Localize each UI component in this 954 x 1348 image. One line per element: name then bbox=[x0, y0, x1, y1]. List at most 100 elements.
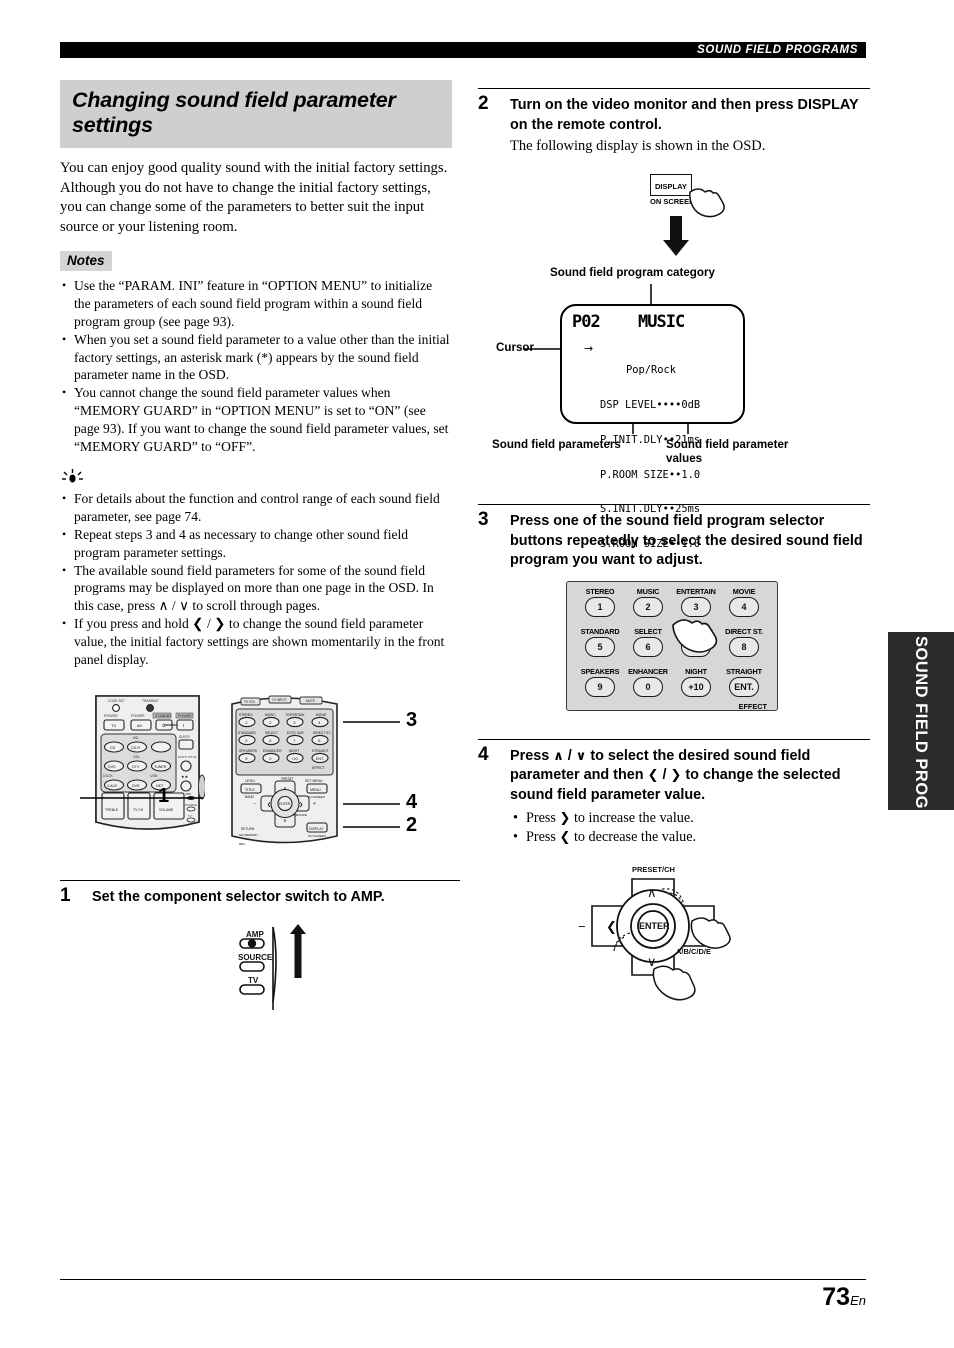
keypad-cell[interactable]: STANDARD 5 bbox=[576, 627, 624, 667]
key-button[interactable]: 5 bbox=[585, 636, 615, 657]
callout-number-2: 2 bbox=[406, 814, 418, 837]
svg-text:ENTER: ENTER bbox=[639, 921, 670, 931]
step-heading: Set the component selector switch to AMP… bbox=[92, 889, 385, 906]
bullet-pre: Press bbox=[526, 829, 560, 845]
key-button[interactable]: 4 bbox=[729, 596, 759, 617]
list-item: When you set a sound field parameter to … bbox=[60, 331, 452, 384]
side-tab-label: SOUND FIELD PROGRAMS bbox=[912, 636, 930, 860]
step-subtext: The following display is shown in the OS… bbox=[510, 138, 766, 154]
list-item: Use the “PARAM. INI” feature in “OPTION … bbox=[60, 277, 452, 330]
keypad-cell[interactable]: MUSIC 2 bbox=[624, 587, 672, 627]
svg-text:−: − bbox=[578, 919, 586, 934]
keypad-cell[interactable]: ENHANCER 0 bbox=[624, 667, 672, 707]
key-button[interactable]: 6 bbox=[633, 636, 663, 657]
key-caption: SELECT bbox=[634, 626, 662, 636]
keypad-cell[interactable]: SELECT 6 bbox=[624, 627, 672, 667]
step-number: 2 bbox=[478, 93, 489, 114]
svg-text:TV: TV bbox=[248, 976, 259, 985]
remote-control-figure: CODE SET TRANSMIT POWER POWER STANDBY PO… bbox=[60, 682, 460, 862]
page-footer: 73En bbox=[60, 1279, 866, 1312]
key-caption: SPEAKERS bbox=[580, 666, 620, 676]
right-arrow-icon: ❯ bbox=[559, 811, 571, 826]
step-number: 1 bbox=[60, 885, 71, 907]
notes-list: Use the “PARAM. INI” feature in “OPTION … bbox=[60, 277, 452, 455]
list-item: For details about the function and contr… bbox=[60, 490, 452, 526]
key-button[interactable]: ENT. bbox=[729, 676, 759, 697]
page-title: Changing sound field parameter settings bbox=[72, 88, 396, 137]
pointing-hand-icon bbox=[689, 188, 725, 218]
osd-cursor-icon: → bbox=[584, 342, 594, 355]
right-arrow-icon: ❯ bbox=[670, 768, 682, 783]
page-title-band: Changing sound field parameter settings bbox=[60, 80, 452, 148]
key-button[interactable]: 0 bbox=[633, 676, 663, 697]
effect-label: EFFECT bbox=[738, 701, 767, 711]
cursor-pad-illustration: ENTER ∧ ∨ ❮ ❯ − + PRESET/CH A/B/C/D/E bbox=[578, 865, 731, 1001]
step-heading: Turn on the video monitor and then press… bbox=[510, 97, 859, 133]
left-column: Changing sound field parameter settings … bbox=[60, 80, 460, 1032]
callout-leaders bbox=[80, 721, 400, 829]
key-button[interactable]: 1 bbox=[585, 596, 615, 617]
list-item: The available sound field parameters for… bbox=[60, 562, 452, 615]
svg-text:AMP: AMP bbox=[246, 930, 264, 939]
pointing-hand-icon bbox=[652, 965, 696, 1001]
list-item: Repeat steps 3 and 4 as necessary to cha… bbox=[60, 526, 452, 562]
osd-parameter-row: DSP LEVEL••••0dB bbox=[600, 398, 701, 411]
svg-text:∧: ∧ bbox=[647, 886, 657, 901]
bullet-post: to increase the value. bbox=[570, 810, 694, 826]
step-heading: Press ∧ / ∨ to select the desired sound … bbox=[510, 747, 870, 806]
keypad-cell[interactable]: NIGHT +10 bbox=[672, 667, 720, 707]
osd-callout-values: Sound field parameter values bbox=[666, 438, 789, 465]
keypad-cell[interactable]: SPEAKERS 9 bbox=[576, 667, 624, 707]
key-caption: STANDARD bbox=[580, 626, 620, 636]
display-button-figure: DISPLAY ON SCREEN bbox=[478, 174, 870, 262]
left-arrow-icon: ❮ bbox=[559, 830, 571, 845]
footer-divider bbox=[60, 1279, 866, 1280]
down-arrow-icon: ∨ bbox=[575, 748, 587, 764]
step-number: 3 bbox=[478, 509, 489, 530]
tips-list: For details about the function and contr… bbox=[60, 490, 452, 668]
up-arrow-icon: ∧ bbox=[553, 748, 564, 764]
cursor-pad-figure: ENTER ∧ ∨ ❮ ❯ − + PRESET/CH A/B/C/D/E bbox=[478, 859, 870, 1019]
step-number: 4 bbox=[478, 743, 489, 765]
intro-paragraph: You can enjoy good quality sound with th… bbox=[60, 160, 448, 235]
key-button[interactable]: 9 bbox=[585, 676, 615, 697]
key-button[interactable]: 2 bbox=[633, 596, 663, 617]
osd-program-number: P02 bbox=[572, 312, 601, 332]
key-caption: ENHANCER bbox=[628, 666, 668, 676]
pointing-hand-icon bbox=[672, 618, 718, 653]
keypad-cell[interactable]: MOVIE 4 bbox=[720, 587, 768, 627]
bullet-post: to decrease the value. bbox=[570, 829, 697, 845]
svg-text:SOURCE: SOURCE bbox=[238, 953, 273, 962]
list-item: You cannot change the sound field parame… bbox=[60, 384, 452, 455]
keypad-row: SPEAKERS 9 ENHANCER 0 NIGHT +10 STRAIGHT… bbox=[576, 667, 768, 707]
svg-text:❮: ❮ bbox=[606, 920, 617, 935]
bullet-pre: Press bbox=[526, 810, 560, 826]
key-button[interactable]: +10 bbox=[681, 676, 711, 697]
keypad-cell[interactable]: STEREO 1 bbox=[576, 587, 624, 627]
svg-text:PRESET/CH: PRESET/CH bbox=[632, 865, 675, 874]
key-caption: STRAIGHT bbox=[726, 666, 762, 676]
step-divider bbox=[60, 880, 460, 882]
key-button[interactable]: 8 bbox=[729, 636, 759, 657]
step-4: 4 Press ∧ / ∨ to select the desired soun… bbox=[478, 738, 870, 1020]
step4-bullet-list: Press ❯ to increase the value. Press ❮ t… bbox=[510, 809, 870, 847]
right-column: 2 Turn on the video monitor and then pre… bbox=[478, 88, 870, 1019]
step-2: 2 Turn on the video monitor and then pre… bbox=[478, 88, 870, 156]
callout-number-4: 4 bbox=[406, 791, 418, 814]
step-divider bbox=[478, 504, 870, 505]
keypad-cell[interactable]: DIRECT ST. 8 bbox=[720, 627, 768, 667]
osd-callout-parameters: Sound field parameters bbox=[492, 438, 621, 451]
heading-slash: / bbox=[563, 747, 576, 764]
component-selector-switch-figure: AMP SOURCE TV bbox=[60, 922, 460, 1032]
callout-number-1: 1 bbox=[158, 785, 170, 808]
heading-slash: / bbox=[658, 767, 671, 783]
osd-program-name: Pop/Rock bbox=[626, 364, 677, 377]
key-caption: MOVIE bbox=[732, 586, 756, 596]
keypad-cell[interactable]: STRAIGHT ENT. bbox=[720, 667, 768, 707]
osd-category: MUSIC bbox=[638, 312, 685, 332]
notes-label: Notes bbox=[60, 251, 112, 272]
section-title: SOUND FIELD PROGRAMS bbox=[697, 44, 858, 56]
program-selector-keypad-figure: STEREO 1 MUSIC 2 ENTERTAIN 3 MOVIE 4 STA… bbox=[478, 580, 870, 711]
display-button-label: DISPLAY bbox=[655, 182, 687, 191]
page-header-bar: SOUND FIELD PROGRAMS bbox=[60, 42, 866, 58]
